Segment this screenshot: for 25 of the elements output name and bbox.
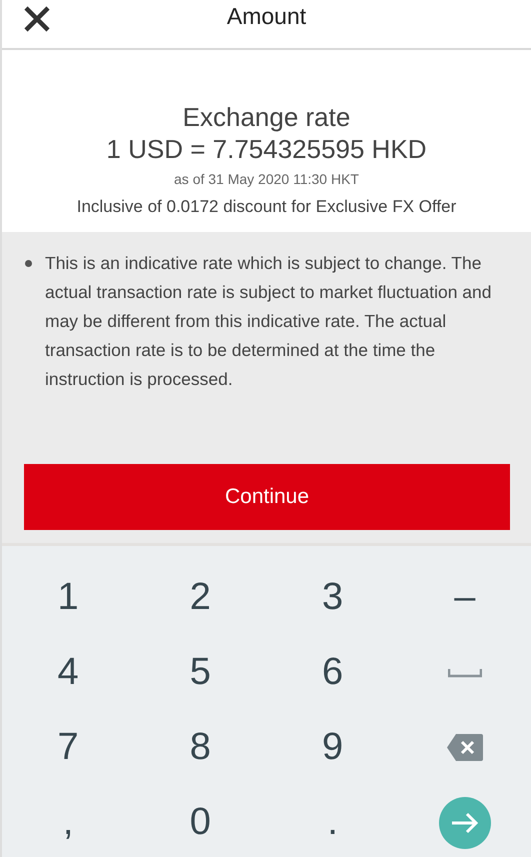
keypad-key[interactable]: 5	[178, 642, 222, 702]
rate-value: 1 USD = 7.754325595 HKD	[106, 133, 427, 165]
keypad-key[interactable]: 8	[178, 718, 222, 778]
continue-button[interactable]: Continue	[24, 464, 510, 530]
keypad-key[interactable]: 0	[178, 792, 222, 852]
keypad-key[interactable]: 9	[310, 718, 355, 778]
keypad-key[interactable]: 7	[46, 718, 90, 778]
close-button[interactable]	[22, 4, 52, 34]
keypad-key[interactable]: .	[310, 792, 355, 852]
discount-text: Inclusive of 0.0172 discount for Exclusive FX Offer	[76, 197, 456, 217]
bullet-icon	[25, 260, 32, 267]
screen-title: Amount	[226, 2, 306, 30]
keypad-key[interactable]: 1	[46, 568, 90, 628]
rate-timestamp: as of 31 May 2020 11:30 HKT	[174, 171, 359, 187]
disclaimer-text: This is an indicative rate which is subject to change. The actual transaction rate is subject to market fluctuation and may be different from this indicative rate. The actual transaction rate is to be determined at the time the instruction is processed.	[45, 252, 492, 391]
keypad-key[interactable]: –	[442, 568, 487, 628]
keypad-key[interactable]: 6	[310, 642, 355, 702]
keypad-key[interactable]: 4	[46, 642, 90, 702]
keypad-key[interactable]: ,	[46, 792, 90, 852]
rate-heading: Exchange rate	[182, 101, 350, 133]
enter-key[interactable]	[438, 796, 491, 848]
backspace-key[interactable]	[446, 734, 483, 761]
keypad-key[interactable]: 2	[178, 568, 222, 628]
keypad-key[interactable]: 3	[310, 568, 355, 628]
space-key[interactable]	[448, 668, 482, 678]
